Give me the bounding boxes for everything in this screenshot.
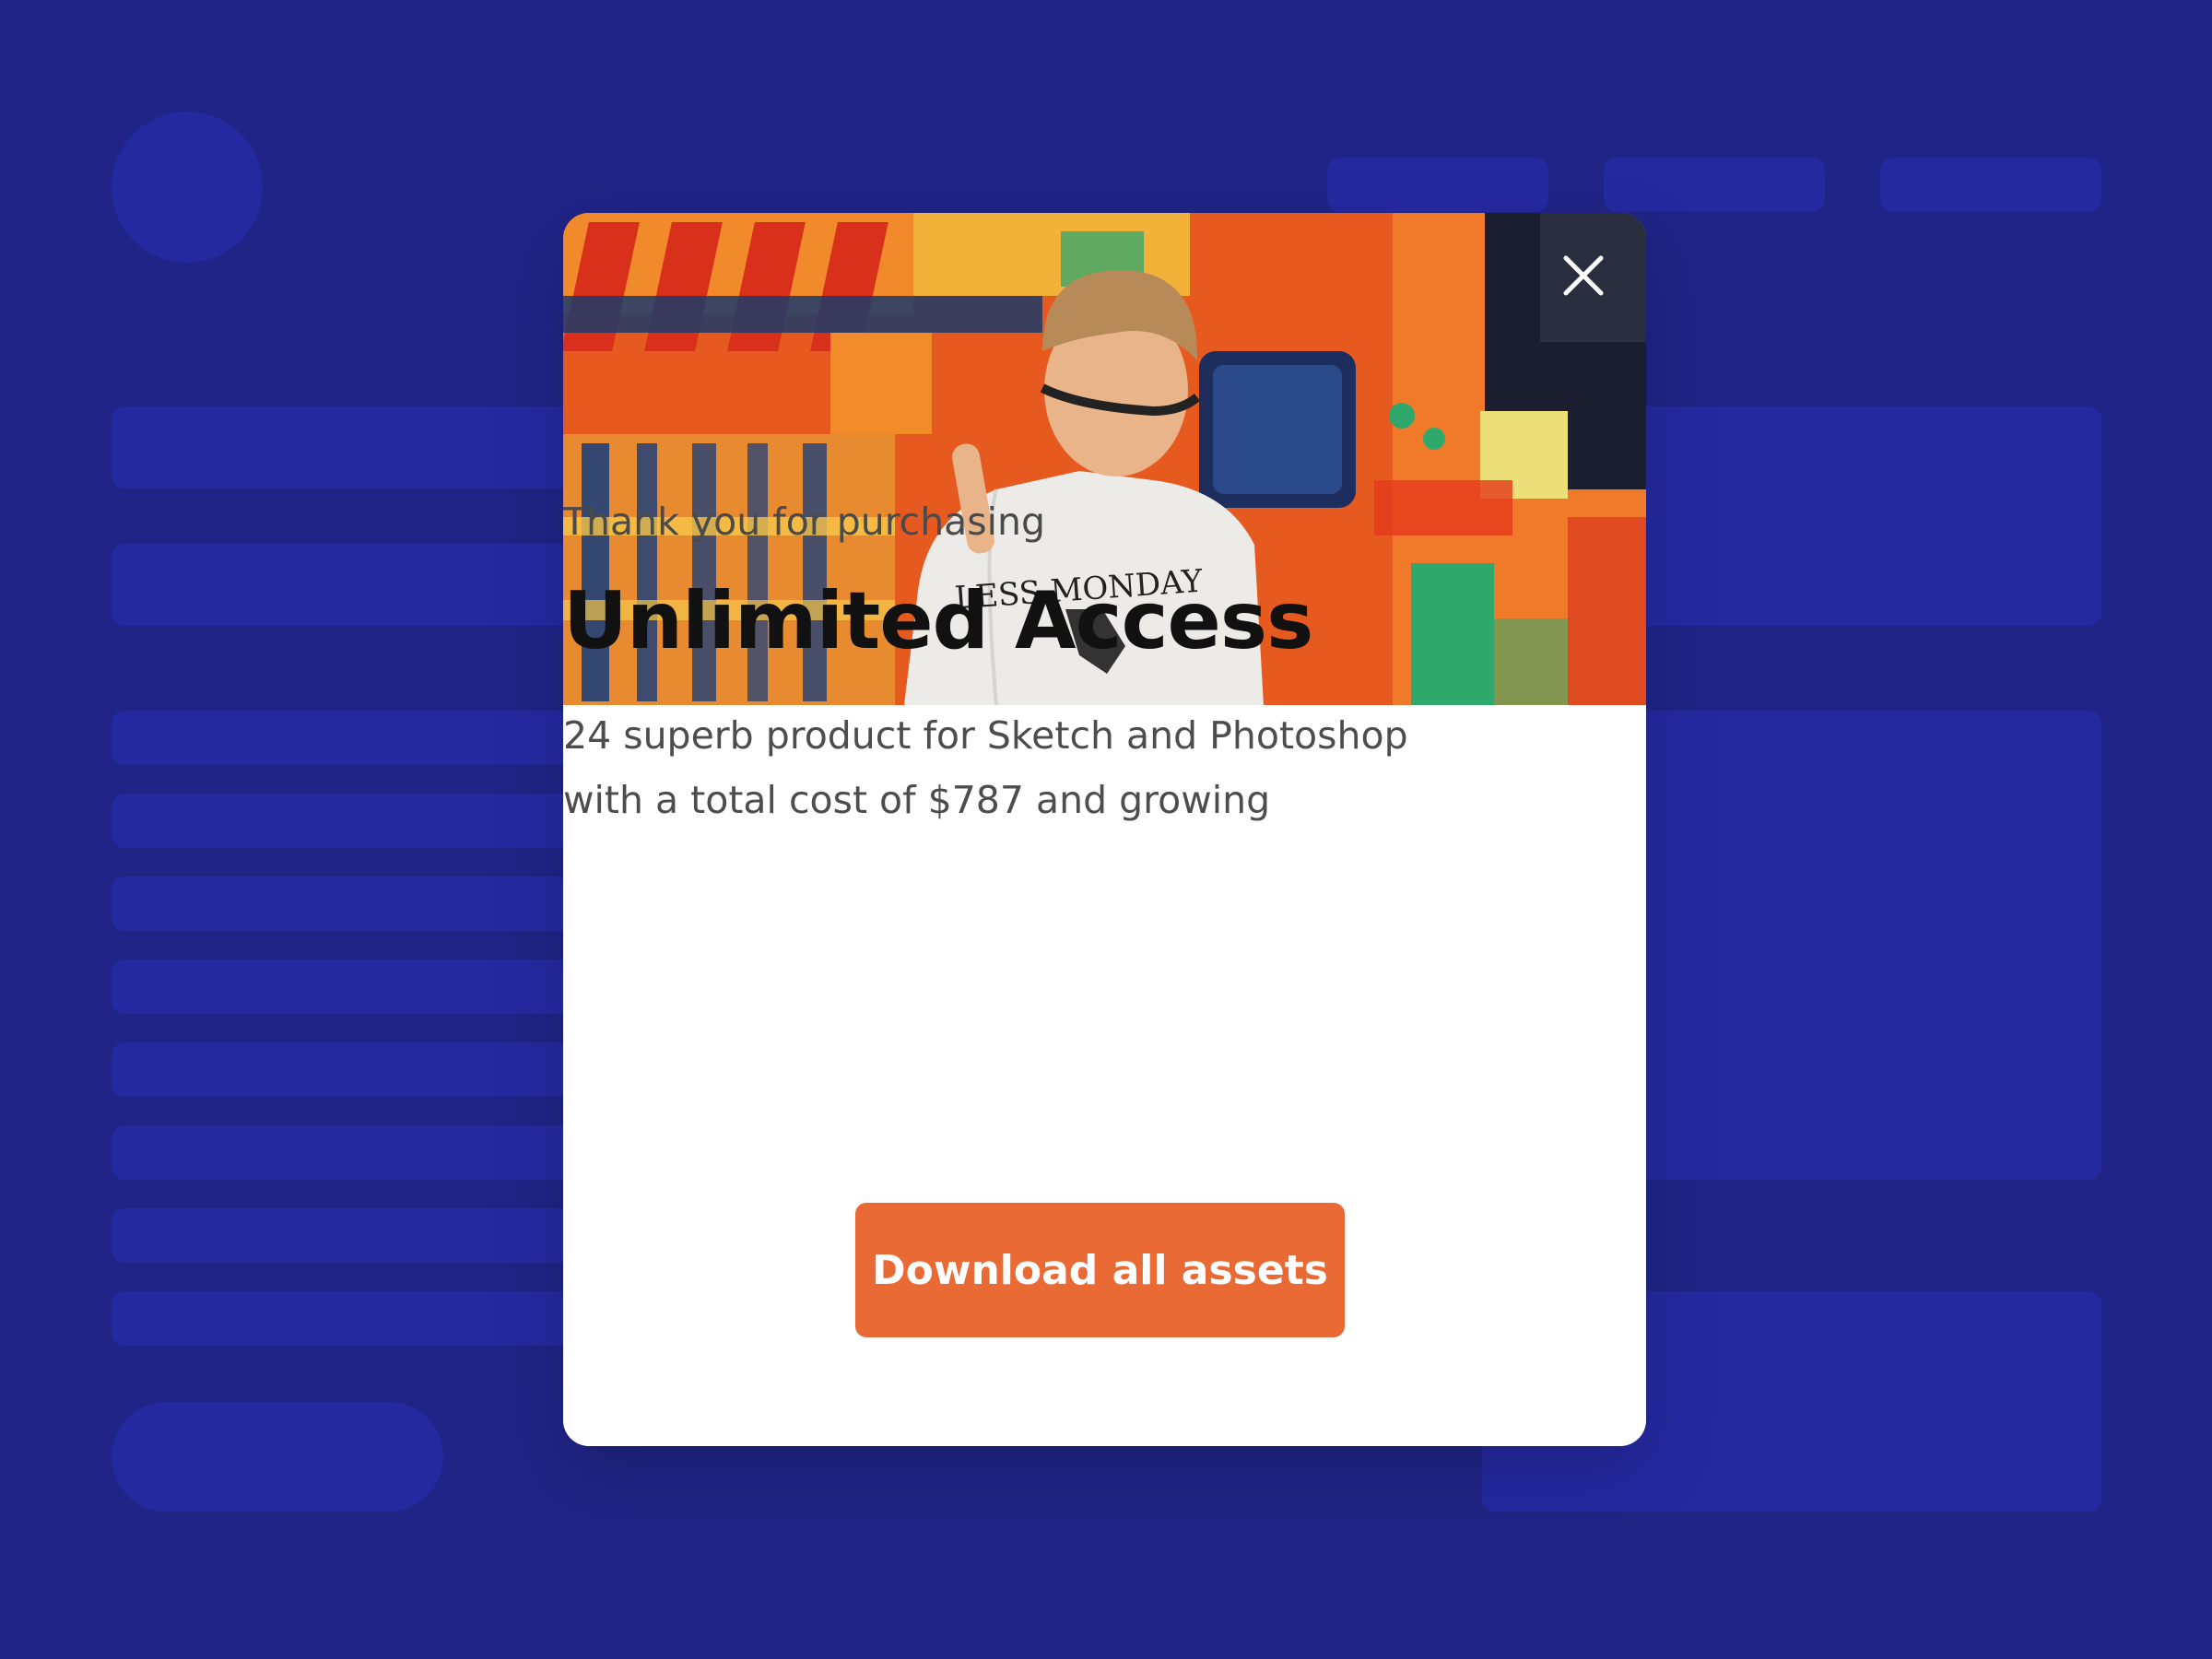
close-button[interactable] [1558,250,1609,301]
nav-placeholder [1327,158,1548,212]
text-placeholder [112,406,628,488]
line-placeholder [112,877,628,931]
close-icon [1563,255,1604,296]
description-line: with a total cost of $787 and growing [563,778,1271,822]
modal-description: 24 superb product for Sketch and Photosh… [563,703,1646,832]
line-placeholder [112,959,628,1014]
avatar-placeholder [112,112,263,263]
purchase-modal: LESS MONDAY Thank you for purchasing Unl… [563,213,1646,1446]
text-placeholder [112,544,628,626]
nav-placeholder [1880,158,2101,212]
description-line: 24 superb product for Sketch and Photosh… [563,713,1408,758]
card-placeholder [1567,406,2101,626]
line-placeholder [112,1208,628,1263]
line-placeholder [112,1125,628,1180]
pill-placeholder [112,1402,443,1512]
download-all-assets-button[interactable]: Download all assets [855,1203,1345,1337]
line-placeholder [112,794,628,848]
line-placeholder [112,1042,628,1097]
card-placeholder [1567,711,2101,1180]
line-placeholder [112,1291,628,1346]
line-placeholder [112,711,628,765]
modal-title: Unlimited Access [563,575,1313,667]
modal-subtitle: Thank you for purchasing [563,500,1046,544]
nav-placeholder [1604,158,1825,212]
